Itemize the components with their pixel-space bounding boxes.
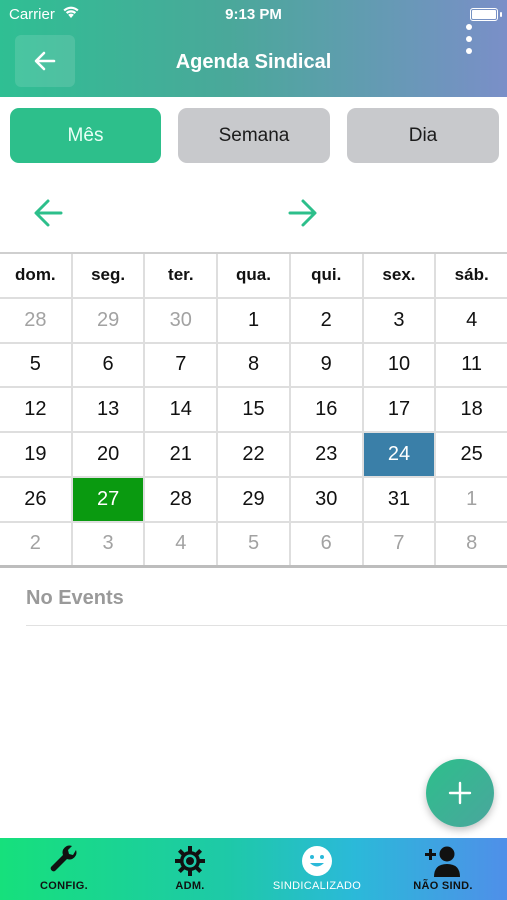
previous-month-button[interactable] [32,196,66,230]
calendar-day[interactable]: 6 [291,522,364,565]
calendar-day[interactable]: 5 [218,522,291,565]
no-events-label: No Events [26,587,124,609]
page-title: Agenda Sindical [175,51,332,73]
calendar-day[interactable]: 17 [364,388,437,432]
calendar-day[interactable]: 25 [436,433,507,476]
calendar-day[interactable]: 12 [0,388,73,432]
weekday-header: dom. seg. ter. qua. qui. sex. sáb. [0,254,507,299]
calendar-day[interactable]: 5 [0,343,73,387]
arrow-right-icon [288,199,317,227]
calendar-day[interactable]: 18 [436,388,507,431]
next-month-button[interactable] [285,196,319,230]
weekday-label: qua. [218,254,291,297]
calendar-week: 26 27 28 29 30 31 1 [0,477,507,523]
calendar-day[interactable]: 31 [364,477,437,521]
calendar-day[interactable]: 3 [364,298,437,342]
tab-label: ADM. [175,880,205,892]
screen: Carrier 9:13 PM Agenda Sindical Mês Sema… [0,0,507,900]
calendar-day[interactable]: 30 [145,298,219,342]
app-header: Carrier 9:13 PM Agenda Sindical [0,0,507,97]
calendar-day[interactable]: 15 [218,388,291,432]
weekday-label: ter. [145,254,219,297]
calendar-day[interactable]: 16 [291,388,364,432]
calendar-week: 2 3 4 5 6 7 8 [0,522,507,568]
tab-config[interactable]: CONFIG. [18,838,110,900]
calendar-day[interactable]: 7 [364,522,437,565]
weekday-label: seg. [73,254,146,297]
calendar-day[interactable]: 2 [0,522,73,565]
calendar-day[interactable]: 6 [73,343,146,387]
calendar-day[interactable]: 30 [291,477,364,521]
calendar-week: 19 20 21 22 23 24 25 [0,433,507,478]
calendar-day[interactable]: 29 [218,477,291,521]
calendar-day[interactable]: 4 [145,522,219,565]
tab-bar: CONFIG. ADM. SINDICALIZADO NÃO SIND. [0,838,507,900]
calendar-day[interactable]: 8 [436,523,507,565]
calendar-week: 12 13 14 15 16 17 18 [0,388,507,434]
tab-label: SINDICALIZADO [272,880,362,892]
battery-icon [470,8,498,21]
calendar-day[interactable]: 28 [0,298,73,342]
add-user-icon [424,844,462,878]
battery-cap [500,12,502,17]
clock: 9:13 PM [225,6,282,23]
segment-day[interactable]: Dia [347,108,499,163]
calendar-day-selected[interactable]: 24 [363,433,437,476]
more-vertical-icon[interactable] [458,24,480,56]
calendar-day[interactable]: 22 [218,433,291,476]
calendar-day[interactable]: 26 [0,477,73,521]
weekday-label: dom. [0,254,73,297]
calendar-day[interactable]: 3 [73,522,146,565]
calendar-day[interactable]: 13 [73,388,146,432]
calendar-day[interactable]: 19 [0,433,73,476]
calendar-day[interactable]: 21 [145,433,219,476]
tab-adm[interactable]: ADM. [144,838,236,900]
tab-nao-sind[interactable]: NÃO SIND. [397,838,489,900]
wrench-icon [47,844,81,878]
weekday-label: sáb. [454,265,489,285]
calendar-day[interactable]: 2 [291,298,364,342]
arrow-left-icon [34,199,63,227]
calendar-day[interactable]: 20 [73,433,146,476]
month-calendar: dom. seg. ter. qua. qui. sex. sáb. 28 29… [0,252,507,568]
tab-label: NÃO SIND. [413,880,473,892]
calendar-week: 28 29 30 1 2 3 4 [0,298,507,344]
calendar-week: 5 6 7 8 9 10 11 [0,343,507,389]
weekday-label: sex. [364,254,437,297]
calendar-day[interactable]: 8 [218,343,291,387]
calendar-day[interactable]: 1 [436,478,507,521]
status-bar: Carrier 9:13 PM [0,5,507,25]
gear-icon [173,844,207,878]
add-event-button[interactable] [426,759,494,827]
smile-icon [300,844,334,878]
calendar-day[interactable]: 28 [145,477,219,521]
calendar-day[interactable]: 9 [291,343,364,387]
segment-month[interactable]: Mês [10,108,161,163]
weekday-label: qui. [291,254,364,297]
calendar-day-today[interactable]: 27 [72,477,146,521]
calendar-day[interactable]: 23 [291,433,364,476]
tab-sindicalizado[interactable]: SINDICALIZADO [262,838,372,900]
calendar-day[interactable]: 11 [436,344,507,387]
plus-icon [448,781,472,805]
calendar-day[interactable]: 7 [145,343,219,387]
calendar-day[interactable]: 10 [364,343,437,387]
segment-week[interactable]: Semana [178,108,330,163]
calendar-day[interactable]: 29 [73,298,146,342]
calendar-day[interactable]: 14 [145,388,219,432]
calendar-day[interactable]: 1 [218,298,291,342]
tab-label: CONFIG. [40,880,88,892]
events-divider [26,625,507,626]
calendar-day[interactable]: 4 [436,299,507,342]
